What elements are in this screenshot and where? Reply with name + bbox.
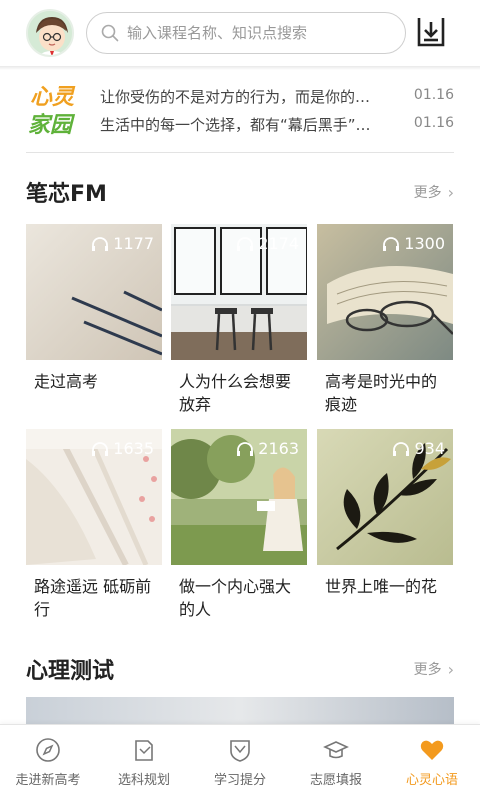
more-label: 更多 [413,185,442,201]
compass-icon [36,738,60,762]
play-count: 1300 [382,234,445,253]
play-count: 1635 [91,439,154,458]
news-date: 01.16 [413,115,454,131]
fm-card[interactable]: 1635 路途遥远 砥砺前行 [26,429,162,621]
news-title: 让你受伤的不是对方的行为，而是你的… [100,88,371,106]
svg-text:心灵: 心灵 [30,85,76,110]
tab-label: 心灵心语 [405,773,458,788]
fm-card-image: 1300 [317,224,453,360]
search-icon [101,24,119,42]
headphones-icon [383,236,400,251]
play-count: 2174 [236,234,299,253]
fm-card[interactable]: 1177 走过高考 [26,224,162,393]
tab-label: 学习提分 [213,773,266,788]
tab-subject-planning[interactable]: 选科规划 [96,725,192,800]
avatar[interactable] [26,9,74,57]
search-input[interactable] [127,24,387,42]
fm-card-title: 世界上唯一的花 [325,577,438,596]
fm-card[interactable]: 934 世界上唯一的花 [317,429,453,598]
bottom-tab-bar: 走进新高考 选科规划 学习提分 志愿填报 心灵心语 [0,724,480,800]
xinling-jiayuan-logo: 心灵 家园 [28,85,76,136]
headphones-icon [92,441,109,456]
play-count-value: 1300 [404,234,445,253]
header-shadow [0,66,480,70]
fm-card-title: 人为什么会想要放弃 [179,372,292,414]
divider [26,152,454,153]
fm-card[interactable]: 2174 人为什么会想要放弃 [171,224,307,416]
tab-label: 志愿填报 [309,773,362,788]
play-count: 1177 [91,234,154,253]
headphones-icon [237,236,254,251]
fm-card-title: 做一个内心强大的人 [179,577,292,619]
headphones-icon [92,236,109,251]
svg-text:家园: 家园 [28,112,76,136]
news-date: 01.16 [413,87,454,103]
news-item[interactable]: 生活中的每一个选择，都有“幕后黑手”… 01.16 [100,114,454,138]
play-count: 2163 [236,439,299,458]
fm-card-title: 路途遥远 砥砺前行 [34,577,152,619]
tab-study-improve[interactable]: 学习提分 [192,725,288,800]
play-count-value: 1177 [113,234,154,253]
download-icon[interactable] [416,16,446,48]
play-count: 934 [392,439,445,458]
news-ticker[interactable]: 心灵 家园 让你受伤的不是对方的行为，而是你的… 01.16 生活中的每一个选择… [26,80,454,152]
search-bar[interactable] [86,12,406,54]
fm-more-link[interactable]: 更多 › [414,182,454,202]
fm-card-image: 1177 [26,224,162,360]
fm-card-title: 高考是时光中的痕迹 [325,372,438,414]
news-title: 生活中的每一个选择，都有“幕后黑手”… [100,116,371,134]
fm-card-title: 走过高考 [34,372,99,391]
chevron-right-icon: › [447,659,454,679]
fm-card-image: 2174 [171,224,307,360]
fm-card-image: 1635 [26,429,162,565]
tab-label: 选科规划 [117,773,170,788]
news-item[interactable]: 让你受伤的不是对方的行为，而是你的… 01.16 [100,86,454,110]
play-count-value: 1635 [113,439,154,458]
heart-icon [420,740,444,760]
top-header [0,0,480,66]
psych-test-banner[interactable] [26,697,454,727]
document-icon [135,740,153,761]
fm-card[interactable]: 2163 做一个内心强大的人 [171,429,307,621]
play-count-value: 2163 [258,439,299,458]
fm-card-image: 934 [317,429,453,565]
graduation-cap-icon [323,741,349,759]
headphones-icon [237,441,254,456]
more-label: 更多 [413,662,442,678]
play-count-value: 934 [414,439,445,458]
fm-card-image: 2163 [171,429,307,565]
psych-test-more-link[interactable]: 更多 › [414,659,454,679]
tab-new-gaokao[interactable]: 走进新高考 [0,725,96,800]
chevron-right-icon: › [447,182,454,202]
headphones-icon [393,441,410,456]
tab-label: 走进新高考 [15,773,81,788]
shield-icon [230,740,250,762]
section-title-psych-test: 心理测试 [26,659,115,684]
tab-application[interactable]: 志愿填报 [288,725,384,800]
section-title-fm: 笔芯FM [26,182,107,207]
play-count-value: 2174 [258,234,299,253]
tab-heart-words[interactable]: 心灵心语 [384,725,480,800]
fm-card[interactable]: 1300 高考是时光中的痕迹 [317,224,453,416]
